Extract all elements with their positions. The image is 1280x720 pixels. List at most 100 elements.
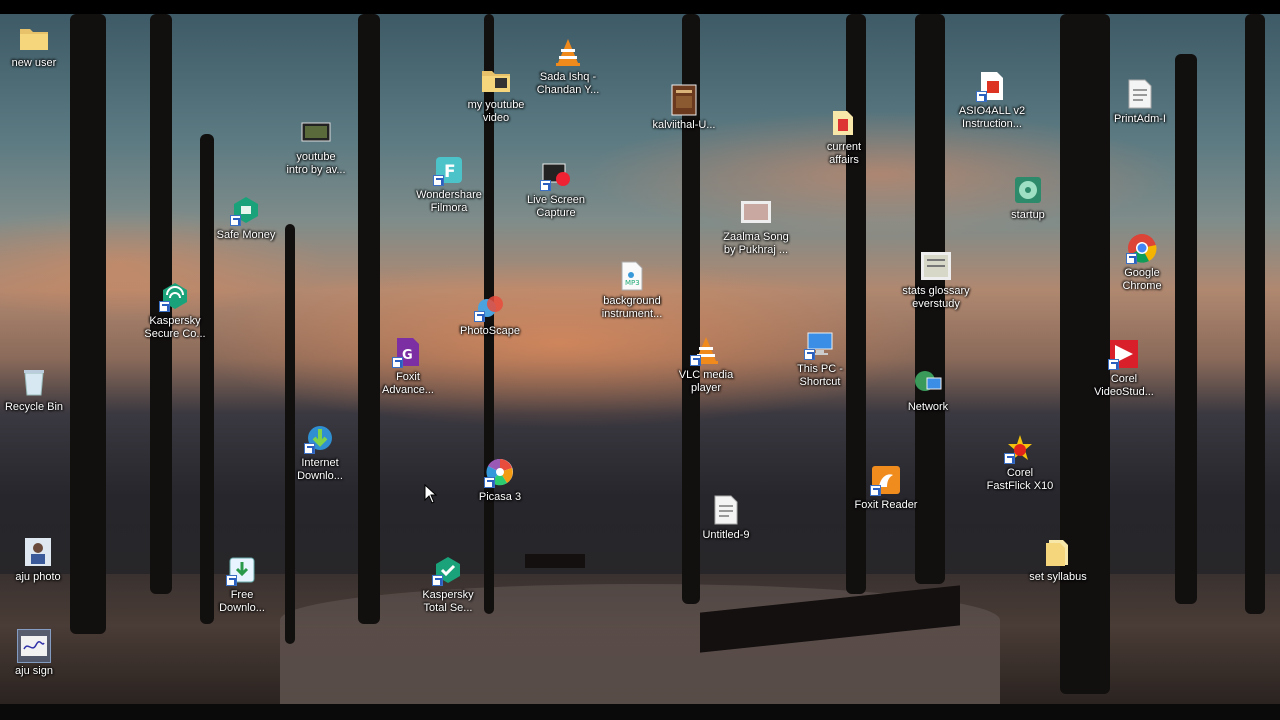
desktop-icon-wondershare-filmora[interactable]: F Wondershare Filmora <box>413 154 485 215</box>
desktop-icon-printadm[interactable]: PrintAdm-I <box>1104 78 1176 126</box>
kaspersky-total-icon <box>432 554 464 586</box>
icon-label: new user <box>11 57 57 69</box>
icon-label: This PC - Shortcut <box>797 363 843 388</box>
icon-label: VLC media player <box>678 369 734 394</box>
corel-videostudio-icon <box>1108 338 1140 370</box>
shortcut-arrow-icon <box>1126 253 1137 264</box>
computer-icon <box>804 328 836 360</box>
foxit-advanced-icon: G <box>392 336 424 368</box>
shortcut-arrow-icon <box>474 311 485 322</box>
desktop-icon-google-chrome[interactable]: Google Chrome <box>1106 232 1178 293</box>
svg-text:G: G <box>402 348 413 363</box>
desktop-icon-stats-glossary[interactable]: stats glossary everstudy <box>900 250 972 311</box>
desktop-icon-foxit-advanced[interactable]: G Foxit Advance... <box>372 336 444 397</box>
safe-money-icon <box>230 194 262 226</box>
folder-user-icon <box>18 22 50 54</box>
desktop-icon-foxit-reader[interactable]: Foxit Reader <box>850 464 922 512</box>
image-thumbnail-icon <box>920 250 952 282</box>
desktop-icon-corel-fastflick[interactable]: Corel FastFlick X10 <box>984 432 1056 493</box>
desktop-icon-free-download-manager[interactable]: Free Downlo... <box>206 554 278 615</box>
chrome-icon <box>1126 232 1158 264</box>
document-icon <box>710 494 742 526</box>
pdf-folder-icon <box>828 106 860 138</box>
desktop-icon-my-youtube-video[interactable]: my youtube video <box>460 64 532 125</box>
icon-label: Kaspersky Secure Co... <box>144 315 206 340</box>
shortcut-arrow-icon <box>1108 359 1119 370</box>
park-bench <box>525 554 585 568</box>
desktop-icon-aju-sign[interactable]: aju sign <box>0 629 70 678</box>
icon-label: my youtube video <box>467 99 525 124</box>
desktop-icon-kalviithal[interactable]: kalviithal-U... <box>648 84 720 132</box>
icon-label: Corel FastFlick X10 <box>986 467 1054 492</box>
photo-thumbnail-icon <box>22 536 54 568</box>
desktop-icon-new-user[interactable]: new user <box>0 22 70 70</box>
shortcut-arrow-icon <box>1004 453 1015 464</box>
icon-label: Kaspersky Total Se... <box>422 589 474 614</box>
desktop-icon-vlc-media-player[interactable]: VLC media player <box>670 334 742 395</box>
foxit-reader-icon <box>870 464 902 496</box>
desktop-icon-kaspersky-secure[interactable]: Kaspersky Secure Co... <box>139 280 211 341</box>
icon-label: Sada Ishq - Chandan Y... <box>536 71 600 96</box>
icon-label: Recycle Bin <box>4 401 64 413</box>
desktop-icon-sada-ishq[interactable]: Sada Ishq - Chandan Y... <box>532 36 604 97</box>
desktop-icon-current-affairs[interactable]: current affairs <box>808 106 880 167</box>
shortcut-arrow-icon <box>304 443 315 454</box>
tree-trunk <box>358 14 380 624</box>
kaspersky-secure-icon <box>159 280 191 312</box>
desktop-icon-background-instrument[interactable]: MP3 background instrument... <box>596 260 668 321</box>
shortcut-arrow-icon <box>432 575 443 586</box>
icon-label: set syllabus <box>1029 571 1087 583</box>
mouse-cursor-icon <box>424 484 438 504</box>
desktop-icon-untitled-9[interactable]: Untitled-9 <box>690 494 762 542</box>
icon-label: Live Screen Capture <box>526 194 586 219</box>
desktop-icon-youtube-intro[interactable]: youtube intro by av... <box>280 116 352 177</box>
icon-label: Free Downlo... <box>219 589 265 614</box>
image-thumbnail-icon <box>740 196 772 228</box>
desktop-icon-live-screen-capture[interactable]: Live Screen Capture <box>520 159 592 220</box>
desktop-icon-aju-photo[interactable]: aju photo <box>2 536 74 584</box>
desktop-icon-kaspersky-total[interactable]: Kaspersky Total Se... <box>412 554 484 615</box>
folder-icon <box>1042 536 1074 568</box>
desktop[interactable]: new user youtube intro by av... my youtu… <box>0 14 1280 704</box>
disc-icon <box>1012 174 1044 206</box>
icon-label: Google Chrome <box>1122 267 1162 292</box>
desktop-icon-startup[interactable]: startup <box>992 174 1064 222</box>
desktop-icon-photoscape[interactable]: PhotoScape <box>454 290 526 338</box>
video-thumbnail-icon <box>300 116 332 148</box>
svg-text:MP3: MP3 <box>625 279 640 287</box>
picasa-icon <box>484 456 516 488</box>
signature-thumbnail-icon <box>17 629 51 663</box>
tree-trunk <box>1245 14 1265 614</box>
icon-label: Corel VideoStud... <box>1094 373 1154 398</box>
desktop-icon-set-syllabus[interactable]: set syllabus <box>1022 536 1094 584</box>
mp3-file-icon: MP3 <box>616 260 648 292</box>
desktop-icon-network[interactable]: Network <box>892 366 964 414</box>
shortcut-arrow-icon <box>976 91 987 102</box>
icon-label: PhotoScape <box>460 325 520 337</box>
icon-label: Foxit Reader <box>854 499 918 511</box>
free-download-icon <box>226 554 258 586</box>
icon-label: aju photo <box>15 571 61 583</box>
vlc-cone-icon <box>690 334 722 366</box>
desktop-icon-picasa[interactable]: Picasa 3 <box>464 456 536 504</box>
desktop-icon-corel-videostudio[interactable]: Corel VideoStud... <box>1088 338 1160 399</box>
icon-label: youtube intro by av... <box>286 151 346 176</box>
icon-label: Wondershare Filmora <box>416 189 482 214</box>
desktop-icon-asio4all[interactable]: ASIO4ALL v2 Instruction... <box>956 70 1028 131</box>
icon-label: Picasa 3 <box>478 491 522 503</box>
desktop-icon-recycle-bin[interactable]: Recycle Bin <box>0 366 70 414</box>
desktop-icon-zaalma-song[interactable]: Zaalma Song by Pukhraj ... <box>720 196 792 257</box>
desktop-icon-internet-download-manager[interactable]: Internet Downlo... <box>284 422 356 483</box>
icon-label: Zaalma Song by Pukhraj ... <box>723 231 789 256</box>
top-black-bar <box>0 0 1280 14</box>
icon-label: ASIO4ALL v2 Instruction... <box>958 105 1026 130</box>
icon-label: background instrument... <box>601 295 663 320</box>
shortcut-arrow-icon <box>392 357 403 368</box>
shortcut-arrow-icon <box>230 215 241 226</box>
book-icon <box>668 84 700 116</box>
icon-label: aju sign <box>15 665 53 677</box>
pdf-shortcut-icon <box>976 70 1008 102</box>
desktop-icon-safe-money[interactable]: Safe Money <box>210 194 282 242</box>
icon-label: current affairs <box>826 141 862 166</box>
desktop-icon-this-pc[interactable]: This PC - Shortcut <box>784 328 856 389</box>
